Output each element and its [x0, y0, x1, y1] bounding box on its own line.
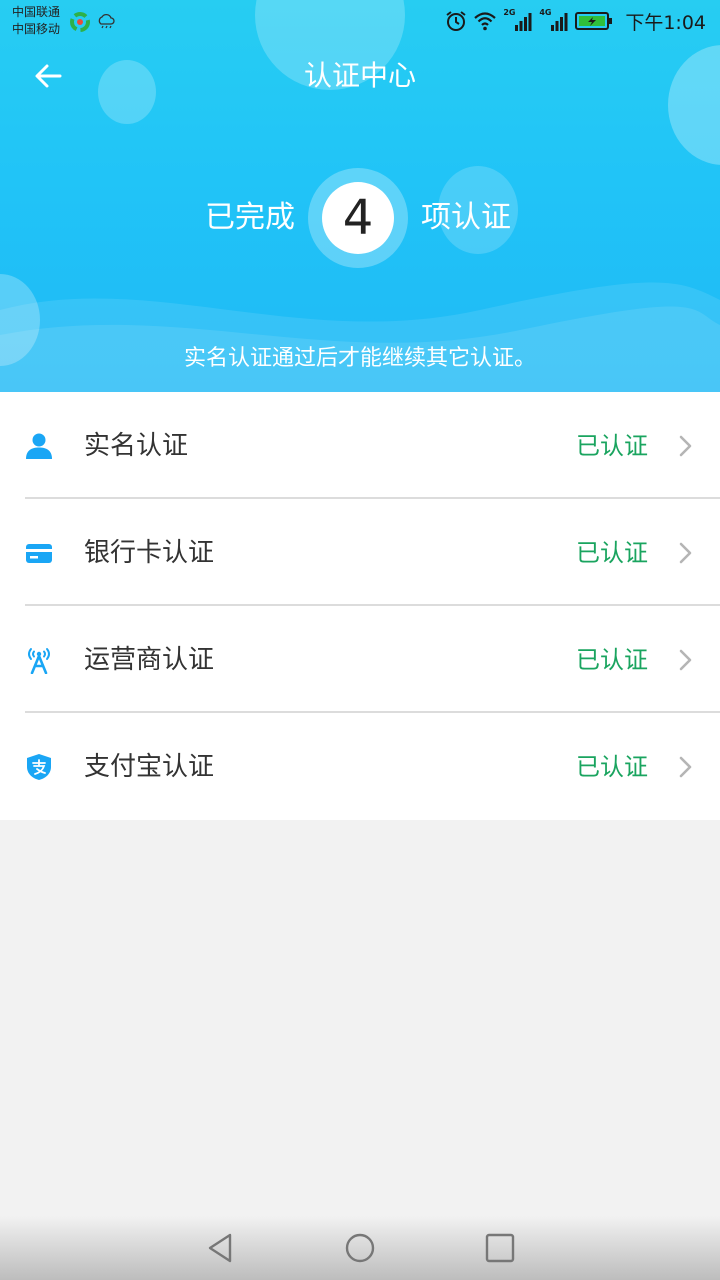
carrier-2: 中国移动	[12, 22, 61, 36]
item-label: 银行卡认证	[84, 538, 215, 568]
item-status: 已认证	[576, 646, 648, 674]
alarm-icon	[446, 11, 466, 31]
verification-hint: 实名认证通过后才能继续其它认证。	[183, 346, 536, 371]
carrier-1: 中国联通	[12, 5, 61, 19]
chevron-right-icon	[679, 649, 692, 671]
completion-summary: 已完成 4 项认证	[0, 168, 720, 268]
weather-cloud-icon	[98, 13, 115, 29]
list-item-carrier[interactable]: 运营商认证 已认证	[0, 606, 720, 713]
item-status: 已认证	[576, 432, 648, 460]
signal-tower-icon	[28, 648, 50, 674]
list-item-bankcard[interactable]: 银行卡认证 已认证	[0, 499, 720, 606]
nav-recents-icon[interactable]	[482, 1230, 518, 1266]
page-title: 认证中心	[303, 59, 416, 92]
signal-strength-2: 4G	[539, 8, 569, 32]
alipay-shield-icon	[27, 754, 51, 780]
verification-list: 实名认证 已认证 银行卡认证 已认证 运营商认证 已认证 支付宝认证 已认证	[0, 392, 720, 820]
nav-back-icon[interactable]	[202, 1230, 238, 1266]
bank-card-icon	[26, 544, 52, 563]
signal-strength-1: 2G	[503, 8, 533, 32]
chevron-right-icon	[679, 435, 692, 457]
item-status: 已认证	[576, 539, 648, 567]
app-notification-icon	[70, 12, 90, 32]
nav-home-icon[interactable]	[342, 1230, 378, 1266]
list-item-alipay[interactable]: 支付宝认证 已认证	[0, 713, 720, 820]
wifi-icon	[474, 12, 497, 31]
completed-count-badge: 4	[322, 182, 394, 254]
carrier-names: 中国联通 中国移动	[12, 4, 60, 38]
summary-prefix: 已完成	[205, 200, 295, 235]
person-icon	[26, 433, 52, 459]
chevron-right-icon	[679, 756, 692, 778]
system-navigation-bar	[0, 1216, 720, 1280]
item-status: 已认证	[576, 753, 648, 781]
item-label: 支付宝认证	[84, 752, 215, 782]
clock-time: 下午1:04	[625, 11, 706, 34]
status-bar: 中国联通 中国移动 2G 4G 下午1:04	[0, 0, 720, 44]
list-item-realname[interactable]: 实名认证 已认证	[0, 392, 720, 499]
item-label: 实名认证	[84, 431, 189, 461]
completed-count: 4	[342, 190, 374, 246]
signal-bars-icon	[515, 13, 532, 31]
summary-suffix: 项认证	[421, 200, 511, 235]
item-label: 运营商认证	[84, 645, 215, 675]
signal-bars-icon	[551, 13, 568, 31]
header-banner: 中国联通 中国移动 2G 4G 下午1:04 认证中心 已完成 4 项认证 实名…	[0, 0, 720, 392]
battery-charging-icon	[575, 12, 613, 30]
chevron-right-icon	[679, 542, 692, 564]
